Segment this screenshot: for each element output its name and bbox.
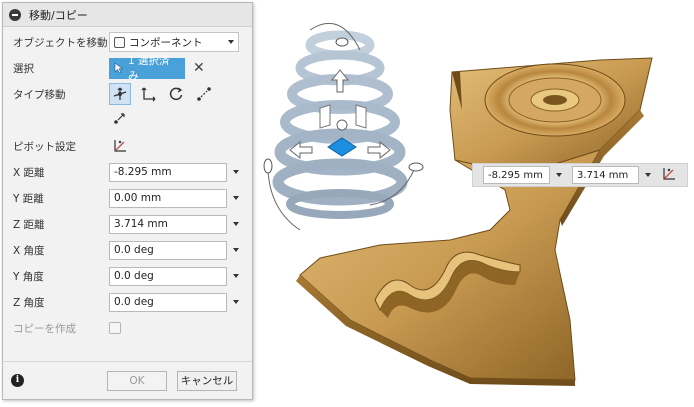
chevron-down-icon[interactable] — [556, 173, 562, 177]
floating-z-distance-input[interactable]: 3.714 mm — [572, 166, 639, 184]
y-angle-input[interactable]: 0.0 deg — [109, 266, 227, 286]
y-distance-label: Y 距離 — [13, 192, 44, 205]
object-move-row: オブジェクトを移動 コンポーネント — [13, 31, 244, 53]
move-copy-dialog: 移動/コピー オブジェクトを移動 コンポーネント 選択 1 選択済み ✕ タイプ… — [2, 2, 253, 400]
selection-chip-label: 1 選択済み — [128, 55, 170, 82]
y-distance-row: Y 距離 0.00 mm — [13, 187, 244, 209]
object-move-value: コンポーネント — [129, 36, 203, 49]
z-angle-input[interactable]: 0.0 deg — [109, 292, 227, 312]
pivot-axis-icon[interactable] — [109, 135, 131, 157]
chevron-down-icon[interactable] — [233, 300, 239, 304]
chevron-down-icon[interactable] — [233, 170, 239, 174]
pivot-label: ピボット設定 — [13, 140, 76, 153]
x-distance-label: X 距離 — [13, 166, 45, 179]
point-to-point-icon[interactable] — [193, 83, 215, 105]
floating-x-distance-input[interactable]: -8.295 mm — [483, 166, 550, 184]
create-copy-row: コピーを作成 — [13, 317, 244, 339]
z-distance-label: Z 距離 — [13, 218, 45, 231]
chevron-down-icon[interactable] — [233, 222, 239, 226]
x-angle-input[interactable]: 0.0 deg — [109, 240, 227, 260]
info-icon[interactable]: i — [11, 374, 24, 387]
y-angle-label: Y 角度 — [13, 270, 44, 283]
dialog-titlebar[interactable]: 移動/コピー — [3, 3, 252, 27]
free-move-icon[interactable] — [109, 83, 131, 105]
chevron-down-icon[interactable] — [233, 196, 239, 200]
x-distance-row: X 距離 -8.295 mm — [13, 161, 244, 183]
create-copy-label: コピーを作成 — [13, 322, 76, 335]
selection-label: 選択 — [13, 62, 34, 75]
collapse-icon[interactable] — [9, 8, 21, 21]
object-move-dropdown[interactable]: コンポーネント — [109, 32, 239, 52]
create-copy-checkbox[interactable] — [109, 322, 121, 334]
z-distance-row: Z 距離 3.714 mm — [13, 213, 244, 235]
selection-chip[interactable]: 1 選択済み — [109, 55, 185, 82]
point-to-position-icon[interactable] — [109, 107, 131, 129]
chevron-down-icon[interactable] — [233, 274, 239, 278]
x-angle-label: X 角度 — [13, 244, 45, 257]
move-type-row-2 — [109, 107, 244, 129]
object-move-label: オブジェクトを移動 — [13, 36, 108, 49]
pivot-row: ピボット設定 — [13, 135, 244, 157]
chevron-down-icon[interactable] — [233, 248, 239, 252]
y-distance-input[interactable]: 0.00 mm — [109, 188, 227, 208]
x-angle-row: X 角度 0.0 deg — [13, 239, 244, 261]
z-angle-row: Z 角度 0.0 deg — [13, 291, 244, 313]
chevron-down-icon — [228, 40, 234, 44]
rotate-icon[interactable] — [165, 83, 187, 105]
x-distance-input[interactable]: -8.295 mm — [109, 162, 227, 182]
z-distance-input[interactable]: 3.714 mm — [109, 214, 227, 234]
chevron-down-icon[interactable] — [645, 173, 651, 177]
pivot-axis-icon[interactable] — [661, 166, 677, 185]
clear-selection-icon[interactable]: ✕ — [193, 61, 205, 75]
ok-button[interactable]: OK — [107, 370, 167, 391]
dialog-footer: i OK キャンセル — [3, 361, 252, 399]
dialog-title: 移動/コピー — [29, 8, 88, 22]
move-type-row: タイプ移動 — [13, 83, 244, 105]
cancel-button[interactable]: キャンセル — [177, 370, 237, 391]
translate-icon[interactable] — [137, 83, 159, 105]
floating-value-bar: -8.295 mm 3.714 mm — [472, 163, 688, 187]
move-type-label: タイプ移動 — [13, 88, 66, 101]
component-icon — [114, 36, 125, 48]
z-angle-label: Z 角度 — [13, 296, 45, 309]
cursor-arrow-icon — [114, 62, 124, 74]
selection-row: 選択 1 選択済み ✕ — [13, 55, 244, 82]
y-angle-row: Y 角度 0.0 deg — [13, 265, 244, 287]
